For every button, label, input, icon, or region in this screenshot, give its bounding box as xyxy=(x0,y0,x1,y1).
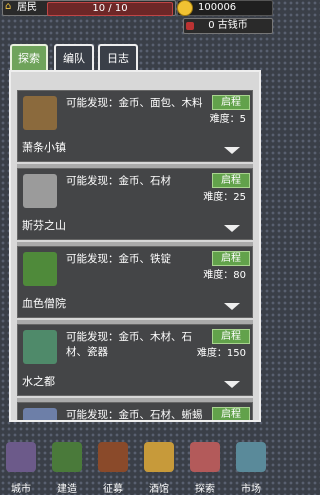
nav-label: 市场 xyxy=(241,484,261,495)
location-name: 萧条小镇 xyxy=(22,141,66,154)
location-card: 水之都 可能发现：金币、木材、石材、瓷器 启程 难度：150 xyxy=(17,324,253,396)
nav-label: 酒馆 xyxy=(149,484,169,495)
depart-button[interactable]: 启程 xyxy=(212,173,250,188)
tavern-icon xyxy=(144,442,174,472)
expand-arrow-icon[interactable] xyxy=(224,303,240,310)
depart-button[interactable]: 启程 xyxy=(212,251,250,266)
nav-recruit[interactable]: 征募 xyxy=(92,438,134,495)
depart-button[interactable]: 启程 xyxy=(212,407,250,420)
resource-bar: ⌂ 居民 10 / 10 100006 0 古钱币 xyxy=(0,0,276,38)
old-coin-value: 0 古钱币 xyxy=(208,20,248,31)
expand-arrow-icon[interactable] xyxy=(224,147,240,154)
bottom-nav: 城市 建造 征募 酒馆 探索 市场 xyxy=(0,438,276,495)
nav-label: 建造 xyxy=(57,484,77,495)
location-card: 血色僧院 可能发现：金币、铁锭 启程 难度：80 xyxy=(17,246,253,318)
nav-tavern[interactable]: 酒馆 xyxy=(138,438,180,495)
nav-label: 城市 xyxy=(11,484,31,495)
water-city-icon xyxy=(23,330,57,364)
nav-label: 征募 xyxy=(103,484,123,495)
expand-arrow-icon[interactable] xyxy=(224,381,240,388)
tab-log[interactable]: 日志 xyxy=(98,44,138,72)
location-difficulty: 难度：80 xyxy=(203,270,246,281)
mountain-icon xyxy=(23,174,57,208)
market-icon xyxy=(236,442,266,472)
location-name: 水之都 xyxy=(22,375,55,388)
nav-build[interactable]: 建造 xyxy=(46,438,88,495)
population-label: 居民 xyxy=(17,2,37,13)
location-difficulty: 难度：5 xyxy=(209,114,246,125)
population-value: 10 / 10 xyxy=(92,3,128,14)
location-finds: 可能发现：金币、石材 xyxy=(66,175,171,187)
coin-counter: 100006 xyxy=(177,0,273,16)
tab-explore[interactable]: 探索 xyxy=(10,44,48,72)
location-name: 斯芬之山 xyxy=(22,219,66,232)
location-finds: 可能发现：金币、木材、石材、瓷器 xyxy=(66,331,192,358)
location-list[interactable]: 萧条小镇 可能发现：金币、面包、木料 启程 难度：5 斯芬之山 可能发现：金币、… xyxy=(9,70,261,422)
monastery-icon xyxy=(23,252,57,286)
tab-team[interactable]: 编队 xyxy=(54,44,94,72)
nav-label: 探索 xyxy=(195,484,215,495)
depart-button[interactable]: 启程 xyxy=(212,95,250,110)
location-card: 可能发现：金币、石材、蜥蜴 启程 xyxy=(17,402,253,421)
location-difficulty: 难度：150 xyxy=(196,348,246,359)
nav-city[interactable]: 城市 xyxy=(0,438,42,495)
expand-arrow-icon[interactable] xyxy=(224,225,240,232)
location-finds: 可能发现：金币、面包、木料 xyxy=(66,97,203,109)
home-icon: ⌂ xyxy=(5,1,12,12)
population-bar: 10 / 10 xyxy=(47,2,173,16)
explore-icon xyxy=(190,442,220,472)
location-card: 斯芬之山 可能发现：金币、石材 启程 难度：25 xyxy=(17,168,253,240)
nav-explore[interactable]: 探索 xyxy=(184,438,226,495)
coin-icon xyxy=(177,0,193,16)
location-difficulty: 难度：25 xyxy=(203,192,246,203)
location-name: 血色僧院 xyxy=(22,297,66,310)
recruit-icon xyxy=(98,442,128,472)
location-finds: 可能发现：金币、石材、蜥蜴 xyxy=(66,409,203,421)
depart-button[interactable]: 启程 xyxy=(212,329,250,344)
town-icon xyxy=(23,96,57,130)
location-finds: 可能发现：金币、铁锭 xyxy=(66,253,171,265)
population-counter: ⌂ 居民 10 / 10 xyxy=(2,0,176,16)
city-icon xyxy=(6,442,36,472)
coin-value: 100006 xyxy=(198,2,237,13)
location-card: 萧条小镇 可能发现：金币、面包、木料 启程 难度：5 xyxy=(17,90,253,162)
build-icon xyxy=(52,442,82,472)
old-coin-counter: 0 古钱币 xyxy=(183,18,273,34)
nav-market[interactable]: 市场 xyxy=(230,438,272,495)
lizard-icon xyxy=(23,408,57,420)
